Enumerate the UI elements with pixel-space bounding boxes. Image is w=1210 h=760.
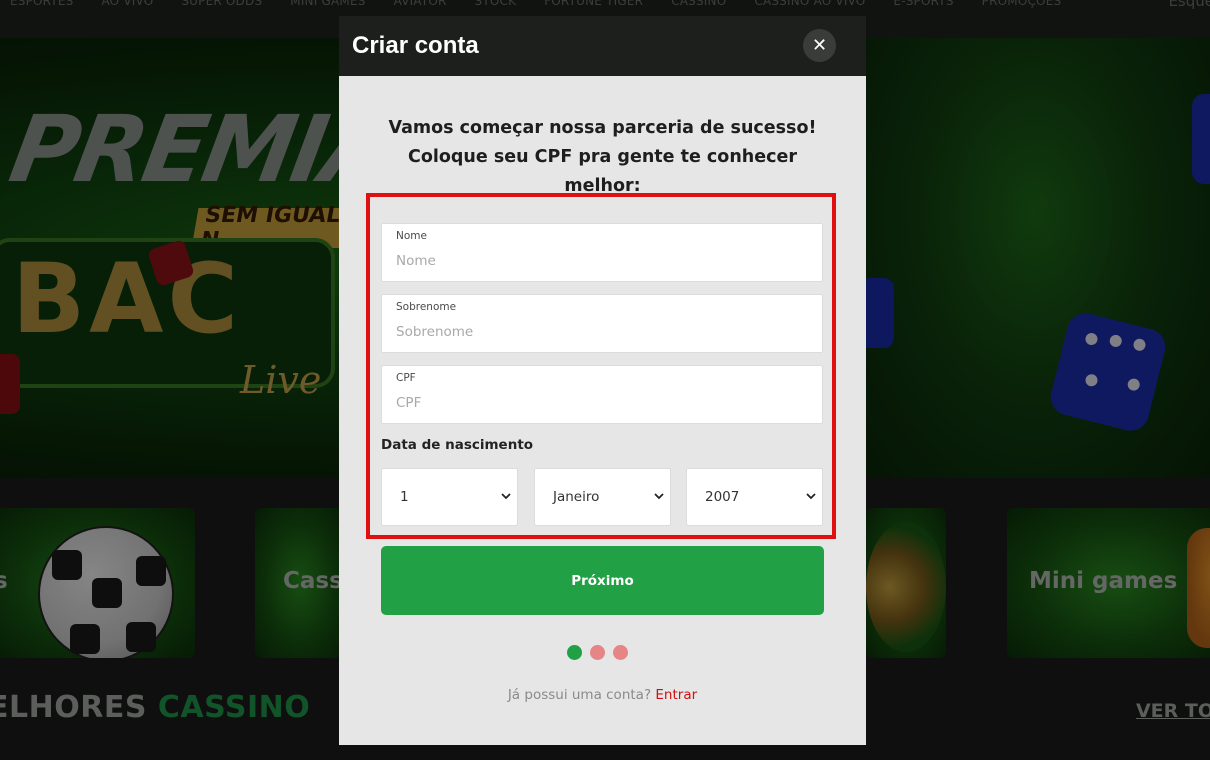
last-name-label: Sobrenome <box>396 301 457 313</box>
birth-day-value: 1 <box>400 489 409 505</box>
close-button[interactable]: ✕ <box>803 29 836 62</box>
birth-date-label: Data de nascimento <box>381 437 534 453</box>
step-dot <box>590 645 605 660</box>
intro-line: Vamos começar nossa parceria de sucesso! <box>388 118 817 138</box>
birth-year-value: 2007 <box>705 489 740 505</box>
birth-month-select[interactable]: Janeiro <box>534 468 671 526</box>
modal-title: Criar conta <box>352 32 479 59</box>
step-dot <box>567 645 582 660</box>
first-name-field: Nome <box>381 223 823 282</box>
login-prompt-text: Já possui uma conta? <box>507 687 652 703</box>
first-name-label: Nome <box>396 230 427 242</box>
birth-month-value: Janeiro <box>553 489 600 505</box>
birth-year-select[interactable]: 2007 <box>686 468 823 526</box>
step-indicator <box>567 645 628 660</box>
first-name-input[interactable] <box>396 250 806 272</box>
next-button[interactable]: Próximo <box>381 546 824 615</box>
chevron-down-icon <box>501 493 511 500</box>
cpf-label: CPF <box>396 372 416 384</box>
login-prompt: Já possui uma conta? Entrar <box>339 687 866 703</box>
last-name-field: Sobrenome <box>381 294 823 353</box>
step-dot <box>613 645 628 660</box>
close-icon: ✕ <box>811 35 828 56</box>
intro-line: Coloque seu CPF pra gente te conhecer <box>407 147 797 167</box>
chevron-down-icon <box>806 493 816 500</box>
last-name-input[interactable] <box>396 321 806 343</box>
create-account-modal: Criar conta ✕ Vamos começar nossa parcer… <box>339 16 866 745</box>
birth-day-select[interactable]: 1 <box>381 468 518 526</box>
modal-header: Criar conta ✕ <box>339 16 866 76</box>
cpf-field: CPF <box>381 365 823 424</box>
login-link[interactable]: Entrar <box>655 687 697 703</box>
chevron-down-icon <box>654 493 664 500</box>
cpf-input[interactable] <box>396 392 806 414</box>
intro-text: Vamos começar nossa parceria de sucesso!… <box>369 114 836 201</box>
